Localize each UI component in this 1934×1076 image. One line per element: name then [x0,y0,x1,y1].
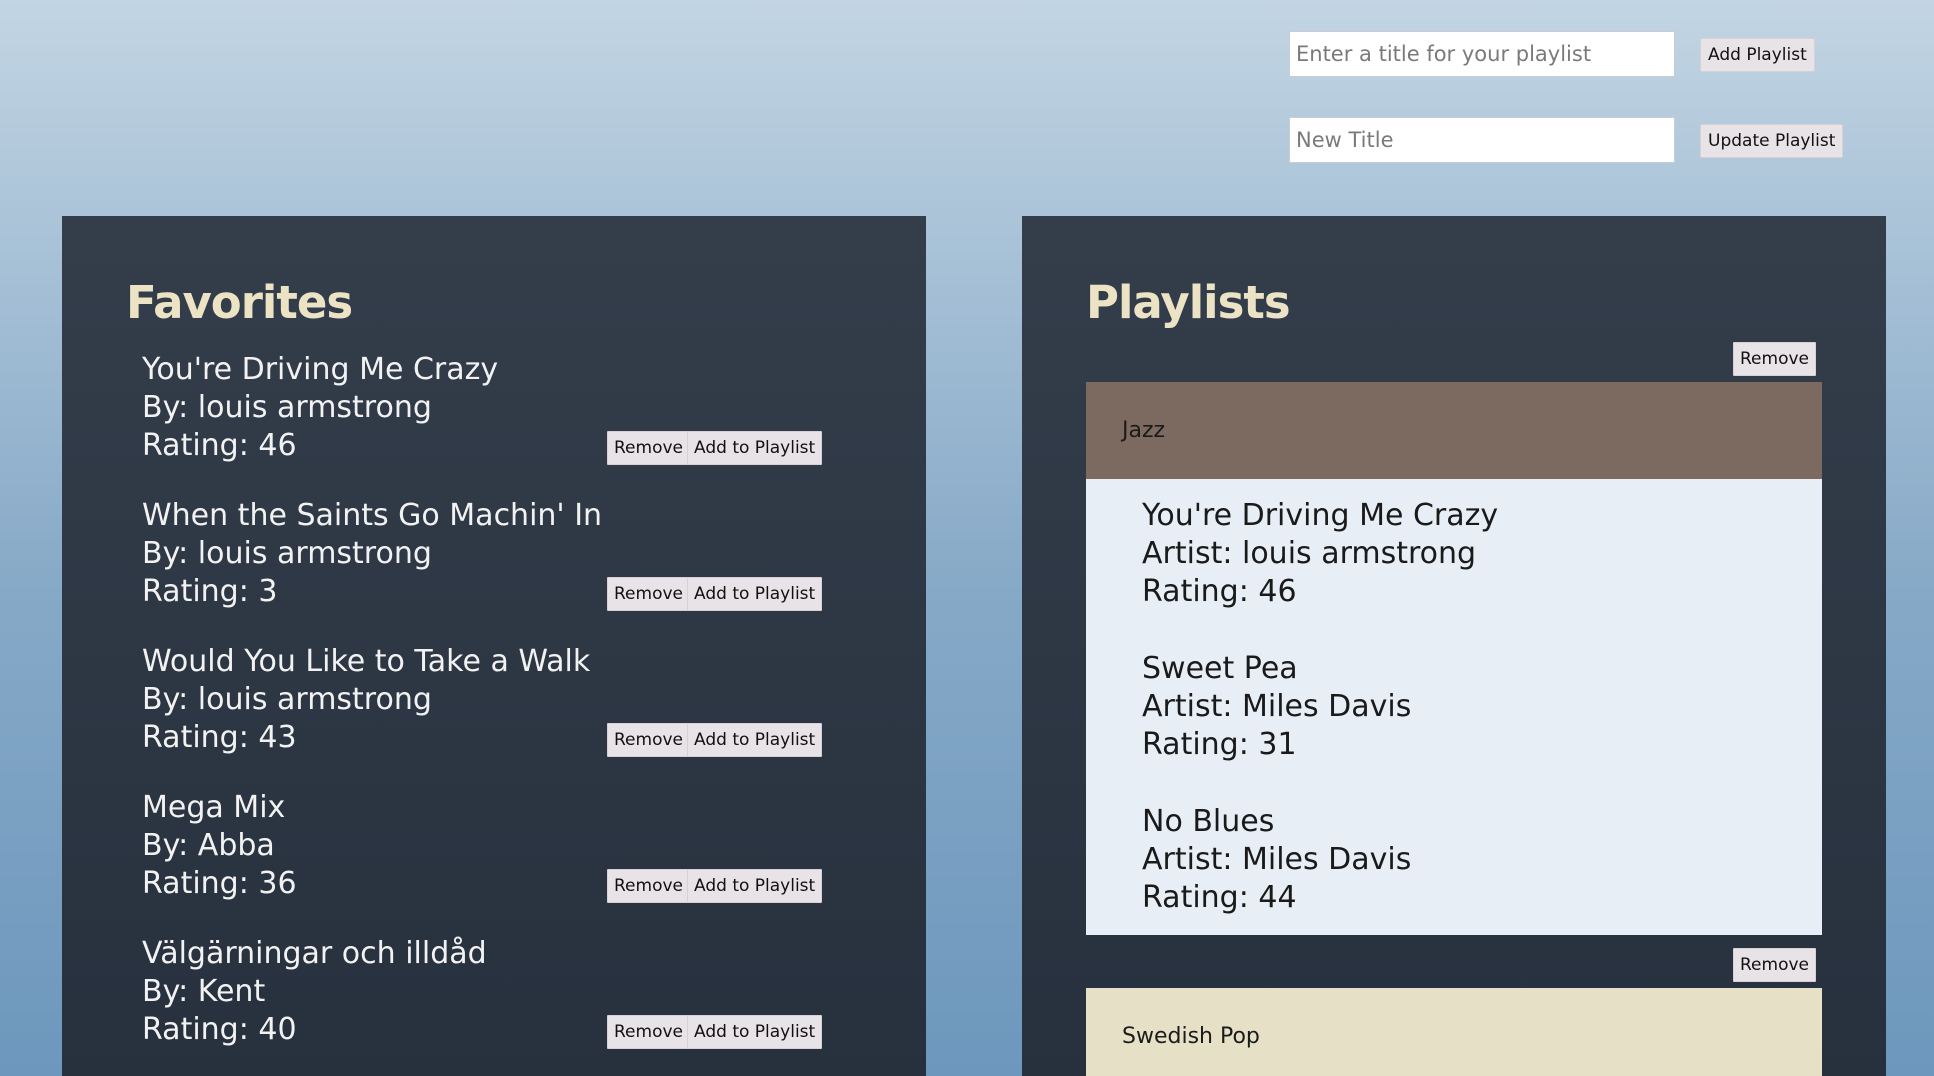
favorites-panel: Favorites You're Driving Me Crazy By: lo… [62,216,926,1076]
song-title: Sweet Pea [1142,651,1298,686]
favorite-song: Would You Like to Take a Walk By: louis … [142,643,902,773]
playlist-card: Jazz You're Driving Me Crazy Artist: lou… [1086,382,1822,935]
song-artist: By: Kent [142,974,266,1009]
song-title: You're Driving Me Crazy [1142,498,1499,533]
playlist-name: Jazz [1122,418,1166,443]
playlist-song: Sweet Pea Artist: Miles Davis Rating: 31 [1142,650,1822,764]
song-artist: By: louis armstrong [142,390,432,425]
playlist-song: No Blues Artist: Miles Davis Rating: 44 [1142,803,1822,917]
new-playlist-form: Add Playlist [1289,30,1890,80]
playlist-title-input[interactable] [1289,31,1675,77]
playlist-card: Swedish Pop [1086,988,1822,1076]
playlist-header[interactable]: Swedish Pop [1086,988,1822,1076]
song-title: Would You Like to Take a Walk [142,644,591,679]
song-rating: Rating: 44 [1142,880,1297,915]
song-title: You're Driving Me Crazy [142,352,499,387]
new-title-input[interactable] [1289,117,1675,163]
favorites-heading: Favorites [126,276,353,329]
add-to-playlist-button[interactable]: Add to Playlist [687,577,823,611]
remove-playlist-button[interactable]: Remove [1733,342,1816,376]
remove-favorite-button[interactable]: Remove [607,869,690,903]
favorite-song: Välgärningar och illdåd By: Kent Rating:… [142,935,902,1065]
song-artist: By: louis armstrong [142,682,432,717]
song-artist: Artist: Miles Davis [1142,842,1412,877]
playlist-song: You're Driving Me Crazy Artist: louis ar… [1142,497,1822,611]
favorite-song: Mega Mix By: Abba Rating: 36 Remove Add … [142,789,902,919]
song-artist: Artist: Miles Davis [1142,689,1412,724]
favorite-song: When the Saints Go Machin' In By: louis … [142,497,902,627]
playlists-heading: Playlists [1086,276,1291,329]
remove-favorite-button[interactable]: Remove [607,1015,690,1049]
song-title: When the Saints Go Machin' In [142,498,603,533]
update-playlist-button[interactable]: Update Playlist [1700,124,1844,158]
playlist-name: Swedish Pop [1122,1024,1260,1049]
song-title: Mega Mix [142,790,286,825]
song-rating: Rating: 31 [1142,727,1297,762]
song-title: No Blues [1142,804,1275,839]
add-to-playlist-button[interactable]: Add to Playlist [687,431,823,465]
update-playlist-form: Update Playlist [1289,116,1890,166]
remove-favorite-button[interactable]: Remove [607,431,690,465]
add-to-playlist-button[interactable]: Add to Playlist [687,869,823,903]
add-to-playlist-button[interactable]: Add to Playlist [687,1015,823,1049]
favorite-song: You're Driving Me Crazy By: louis armstr… [142,351,902,481]
song-title: Välgärningar och illdåd [142,936,487,971]
add-playlist-button[interactable]: Add Playlist [1700,38,1815,72]
remove-favorite-button[interactable]: Remove [607,577,690,611]
add-to-playlist-button[interactable]: Add to Playlist [687,723,823,757]
song-artist: Artist: louis armstrong [1142,536,1477,571]
playlist-header[interactable]: Jazz [1086,382,1822,479]
playlists-panel: Playlists Remove Jazz You're Driving Me … [1022,216,1886,1076]
playlist-songs: You're Driving Me Crazy Artist: louis ar… [1086,479,1822,935]
song-artist: By: Abba [142,828,275,863]
song-rating: Rating: 46 [1142,574,1297,609]
remove-favorite-button[interactable]: Remove [607,723,690,757]
remove-playlist-button[interactable]: Remove [1733,948,1816,982]
song-artist: By: louis armstrong [142,536,432,571]
